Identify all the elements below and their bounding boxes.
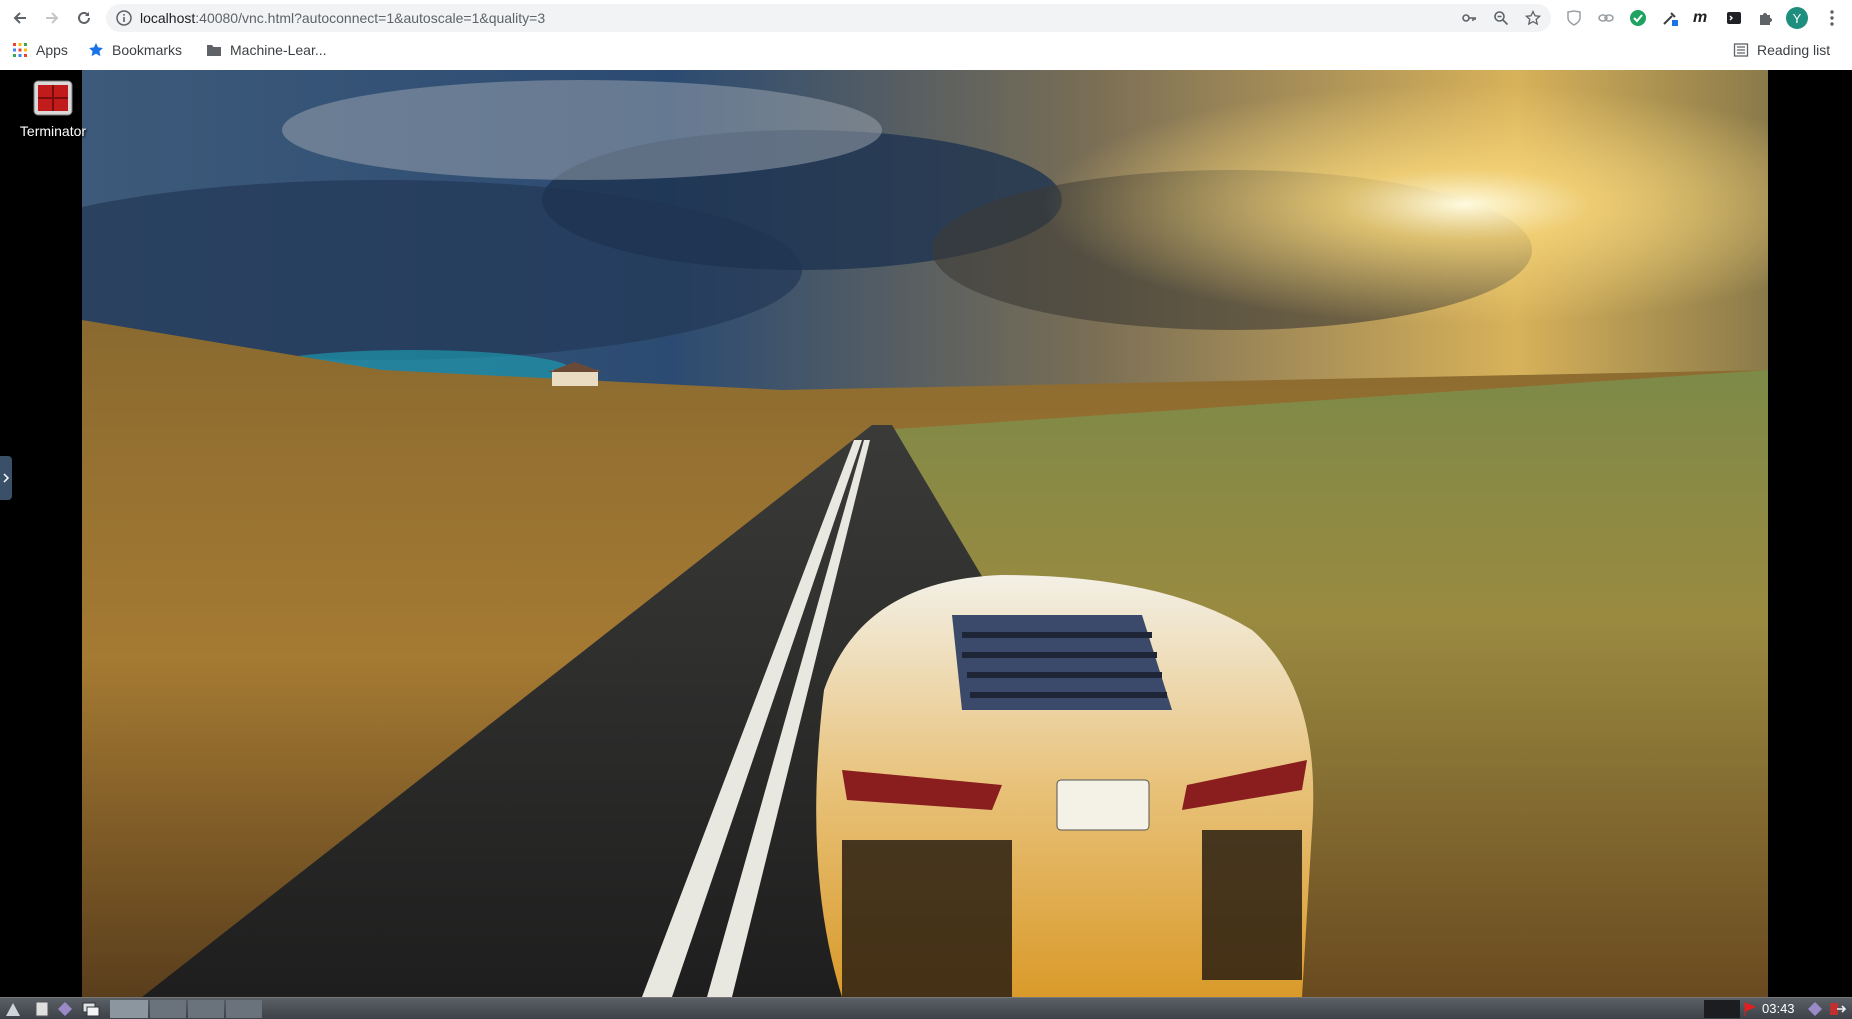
more-menu-icon[interactable] [1830,9,1834,27]
terminator-app-icon [33,80,73,116]
reload-button[interactable] [73,7,95,29]
terminal-extension-icon[interactable] [1725,9,1743,27]
url-text[interactable]: localhost:40080/vnc.html?autoconnect=1&a… [140,10,545,26]
launcher-diamond-icon[interactable] [56,1000,74,1018]
chevron-right-icon [3,473,10,483]
show-desktop-icon[interactable] [82,1000,100,1018]
bookmark-label: Apps [36,42,68,58]
desktop-wallpaper [82,70,1768,997]
url-host: localhost [140,10,196,26]
link-extension-icon[interactable] [1597,9,1615,27]
taskbar-clock: 03:43 [1762,1001,1795,1016]
bookmark-star-icon[interactable] [1525,10,1541,26]
desktop-icon-terminator[interactable]: Terminator [8,80,98,139]
arrow-left-icon [13,12,26,24]
forward-button[interactable] [41,7,63,29]
zoom-icon[interactable] [1493,10,1509,26]
shield-extension-icon[interactable] [1565,9,1583,27]
red-flag-icon[interactable] [1742,1000,1758,1018]
bookmark-folder-machine-learning[interactable]: Machine-Lear... [206,42,327,58]
desktop-taskbar: 03:43 [0,997,1852,1019]
puzzle-extensions-icon[interactable] [1757,9,1775,27]
address-bar[interactable]: localhost:40080/vnc.html?autoconnect=1&a… [106,4,1551,32]
eyedropper-extension-icon[interactable] [1661,9,1679,27]
tray-diamond-icon[interactable] [1806,1000,1824,1018]
apps-grid-icon [13,43,27,57]
logout-icon[interactable] [1828,1000,1846,1018]
url-path: :40080/vnc.html?autoconnect=1&autoscale=… [195,10,546,26]
tray-monitor [1704,1000,1740,1018]
workspace-1[interactable] [110,1000,148,1018]
key-icon[interactable] [1461,10,1477,26]
vnc-control-bar-handle[interactable] [0,456,12,500]
back-button[interactable] [9,7,31,29]
reading-list-icon [1733,43,1749,57]
reading-list-label: Reading list [1757,42,1831,58]
file-manager-icon[interactable] [34,1000,50,1018]
bookmarks-bar: Apps Bookmarks Machine-Lear... Reading l… [0,36,1852,70]
info-icon[interactable] [116,10,132,26]
bookmark-label: Machine-Lear... [230,42,327,58]
folder-icon [207,45,221,56]
m-extension-icon[interactable]: m [1693,9,1711,27]
bookmark-apps[interactable]: Apps [12,42,68,58]
desktop-icon-label: Terminator [19,123,87,139]
start-menu-icon[interactable] [4,1000,22,1018]
vnc-viewport[interactable]: Terminator 03:43 [0,70,1852,1019]
workspace-3[interactable] [188,1000,224,1018]
browser-chrome: localhost:40080/vnc.html?autoconnect=1&a… [0,0,1852,70]
profile-avatar[interactable]: Y [1786,7,1808,29]
arrow-right-icon [46,12,59,24]
workspace-4[interactable] [226,1000,262,1018]
bookmark-bookmarks[interactable]: Bookmarks [88,42,182,58]
workspace-2[interactable] [150,1000,186,1018]
reload-icon [78,11,90,24]
star-icon [89,43,103,57]
check-extension-icon[interactable] [1629,9,1647,27]
browser-toolbar: localhost:40080/vnc.html?autoconnect=1&a… [0,0,1852,36]
bookmark-label: Bookmarks [112,42,183,58]
reading-list-button[interactable]: Reading list [1733,42,1830,58]
